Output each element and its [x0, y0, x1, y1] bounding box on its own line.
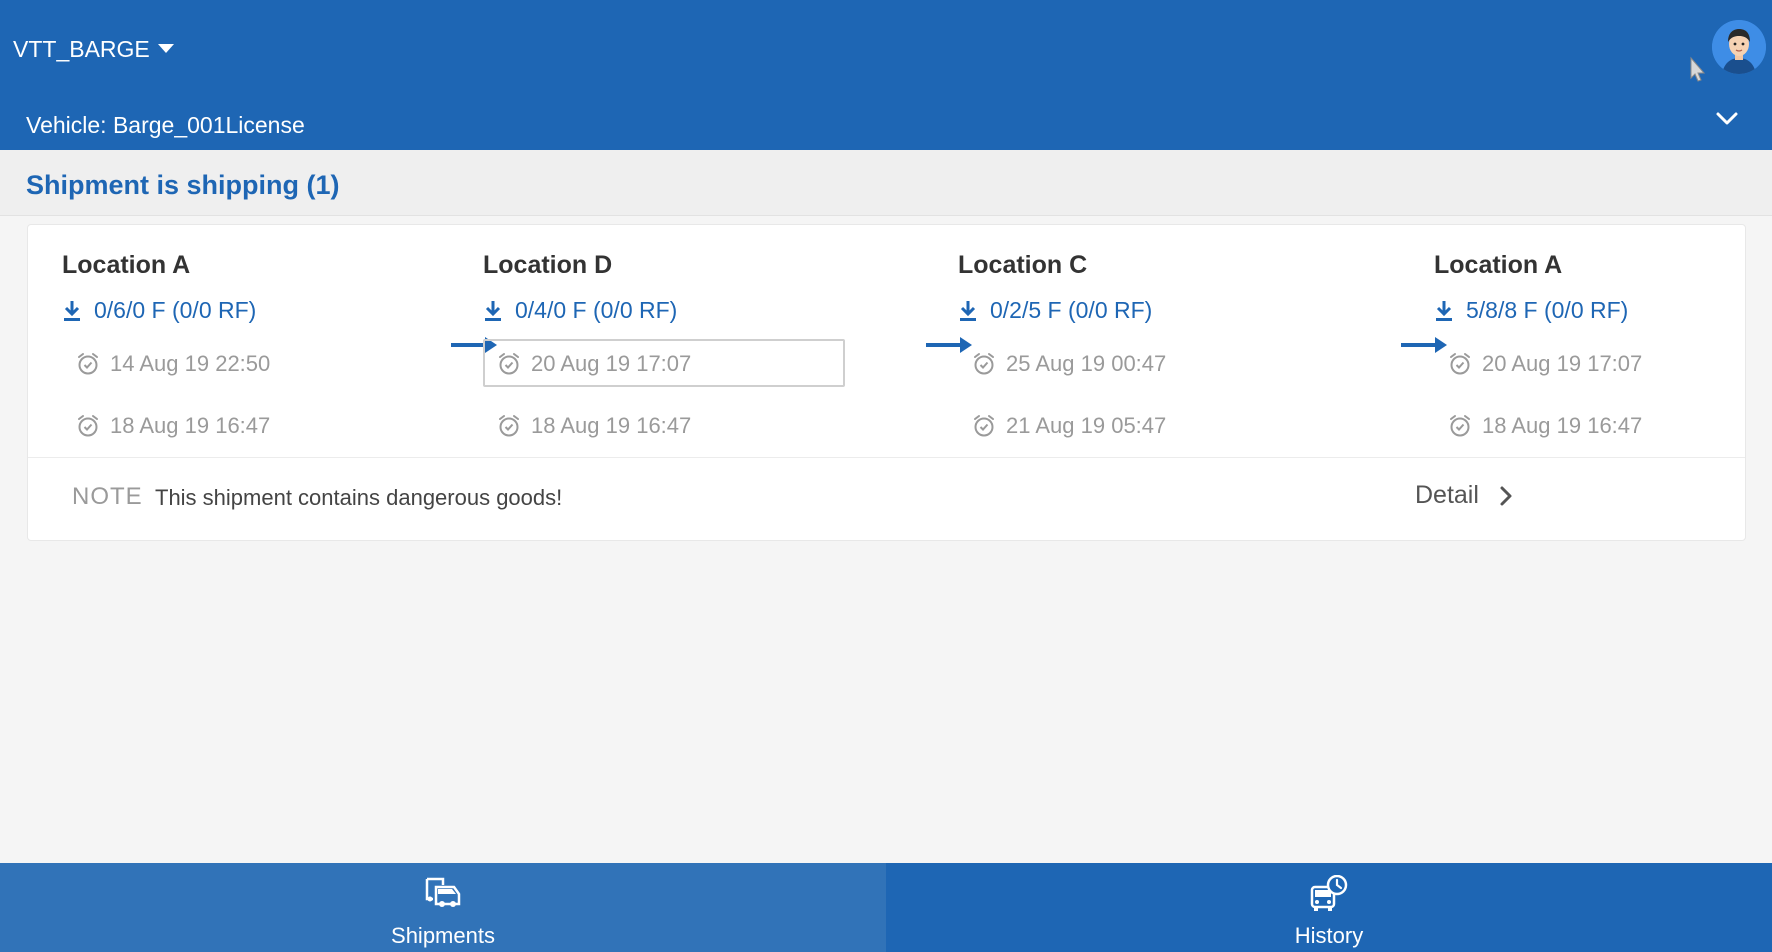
tab-label: Shipments	[391, 923, 495, 948]
section-header: Shipment is shipping (1)	[0, 150, 1772, 216]
time-row: 18 Aug 19 16:47	[76, 413, 270, 439]
bottom-navigation: Shipments History	[0, 863, 1772, 952]
time-text: 18 Aug 19 16:47	[1482, 413, 1643, 438]
app-header: VTT_BARGE Vehicle: Barge_001License	[0, 0, 1772, 150]
stop-location: Location A 0/6/0 F (0/0 RF) 14 Aug 19 22…	[28, 225, 408, 455]
alarm-clock-icon	[1450, 415, 1470, 437]
stop-name: Location D	[483, 251, 613, 279]
time-text: 25 Aug 19 00:47	[1006, 351, 1167, 376]
download-icon	[64, 300, 80, 321]
mouse-cursor-icon	[1690, 56, 1706, 82]
time-text: 21 Aug 19 05:47	[1006, 413, 1167, 438]
truck-clock-icon	[1310, 875, 1348, 911]
stop-location: Location A 5/8/8 F (0/0 RF) 20 Aug 19 17…	[1400, 225, 1772, 455]
note-text: This shipment contains dangerous goods!	[155, 485, 563, 510]
cargo-text: 5/8/8 F (0/0 RF)	[1466, 297, 1629, 323]
time-text: 18 Aug 19 16:47	[531, 413, 692, 438]
alarm-clock-icon	[499, 353, 519, 375]
avatar-icon	[1712, 20, 1766, 74]
detail-button[interactable]: Detail	[1415, 481, 1513, 510]
stop-name: Location A	[1434, 251, 1563, 279]
time-row: 21 Aug 19 05:47	[972, 413, 1166, 439]
time-row: 20 Aug 19 17:07	[1448, 351, 1642, 377]
stop-location: Location D 0/4/0 F (0/0 RF) 20 Aug 19 17…	[449, 225, 845, 455]
shipment-card[interactable]: Location A 0/6/0 F (0/0 RF) 14 Aug 19 22…	[27, 224, 1746, 541]
time-row: 14 Aug 19 22:50	[76, 351, 270, 377]
chevron-right-icon	[1500, 486, 1512, 505]
alarm-clock-icon	[78, 415, 98, 437]
card-divider	[28, 457, 1745, 458]
tab-history[interactable]: History	[886, 863, 1772, 952]
cargo-info[interactable]: 5/8/8 F (0/0 RF)	[1434, 297, 1628, 324]
time-text: 20 Aug 19 17:07	[1482, 351, 1643, 376]
time-row: 25 Aug 19 00:47	[972, 351, 1166, 377]
download-icon	[485, 300, 501, 321]
user-avatar[interactable]	[1712, 20, 1766, 74]
note-label: NOTE	[72, 483, 143, 510]
app-name: VTT_BARGE	[13, 36, 150, 62]
cargo-info[interactable]: 0/4/0 F (0/0 RF)	[483, 297, 677, 324]
alarm-clock-icon	[974, 353, 994, 375]
download-icon	[960, 300, 976, 321]
section-title: Shipment is shipping (1)	[26, 170, 340, 200]
cargo-info[interactable]: 0/6/0 F (0/0 RF)	[62, 297, 256, 324]
alarm-clock-icon	[499, 415, 519, 437]
stop-name: Location A	[62, 251, 191, 279]
vehicle-selector-label: Vehicle: Barge_001License	[26, 112, 305, 138]
time-row: 18 Aug 19 16:47	[497, 413, 691, 439]
truck-icon	[425, 877, 461, 907]
caret-down-icon	[157, 44, 174, 53]
time-text: 18 Aug 19 16:47	[110, 413, 271, 438]
cargo-text: 0/4/0 F (0/0 RF)	[515, 297, 678, 323]
stop-name: Location C	[958, 251, 1088, 279]
time-text: 20 Aug 19 17:07	[531, 351, 692, 376]
app-switcher[interactable]: VTT_BARGE	[13, 36, 174, 63]
alarm-clock-icon	[1450, 353, 1470, 375]
cargo-info[interactable]: 0/2/5 F (0/0 RF)	[958, 297, 1152, 324]
tab-shipments[interactable]: Shipments	[0, 863, 886, 952]
chevron-down-icon[interactable]	[1714, 110, 1740, 128]
cargo-text: 0/2/5 F (0/0 RF)	[990, 297, 1153, 323]
download-icon	[1436, 300, 1452, 321]
detail-label: Detail	[1415, 481, 1479, 509]
alarm-clock-icon	[974, 415, 994, 437]
alarm-clock-icon	[78, 353, 98, 375]
cargo-text: 0/6/0 F (0/0 RF)	[94, 297, 257, 323]
time-row: 18 Aug 19 16:47	[1448, 413, 1642, 439]
time-row: 20 Aug 19 17:07	[497, 351, 691, 377]
tab-label: History	[1294, 923, 1364, 948]
time-text: 14 Aug 19 22:50	[110, 351, 271, 376]
stop-location: Location C 0/2/5 F (0/0 RF) 25 Aug 19 00…	[924, 225, 1304, 455]
